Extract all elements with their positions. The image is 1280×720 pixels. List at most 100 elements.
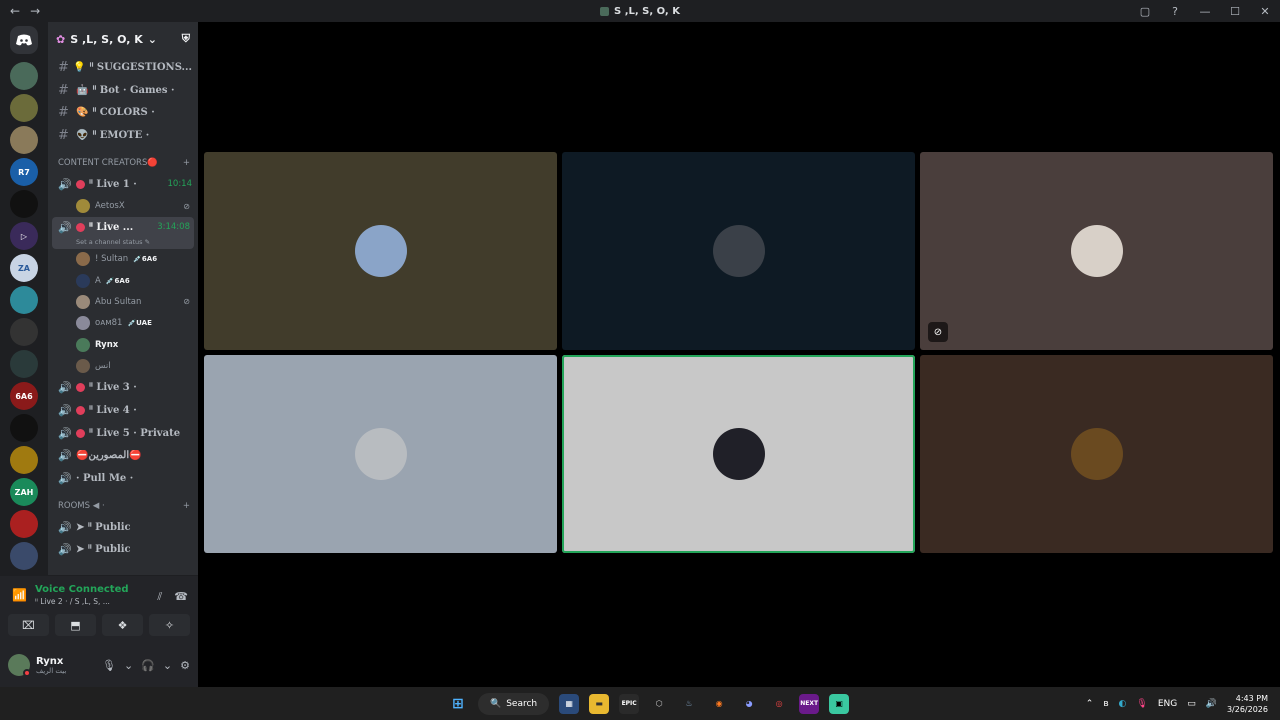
next-icon[interactable]: NEXT [799,693,820,714]
voice-channel[interactable]: 🔊 · Pull Me · [48,467,198,490]
clock[interactable]: 4:43 PM 3/26/2026 [1227,693,1268,715]
chevron-down-icon[interactable]: ⌄ [163,659,172,672]
headphones-icon[interactable]: 🎧 [141,659,155,672]
video-tile[interactable] [562,355,915,553]
server-icon[interactable] [10,190,38,218]
avatar[interactable] [8,654,31,677]
back-icon[interactable]: ← [10,4,20,18]
text-channel[interactable]: # 🤖 ᑊᑊ Bot · Games · [48,79,198,102]
bluetooth-icon[interactable]: ʙ [1103,699,1108,709]
voice-channel[interactable]: 🔊 ᑊᑊ Live 3 · [48,377,198,400]
text-channel[interactable]: # 💡 ᑊᑊ SUGGESTIONS... [48,56,198,79]
camera-off-button[interactable]: ⌧ [8,614,49,636]
server-icon[interactable]: ZA [10,254,38,282]
voice-channel-link[interactable]: ᑊᑊ Live 2 · / S ,L, S, ... [35,597,129,606]
video-tile[interactable]: ⊘ [920,152,1273,350]
add-channel-icon[interactable]: + [183,501,190,511]
voice-channel[interactable]: 🔊 ➤ ᑊᑊ Public [48,539,198,562]
firefox-icon[interactable]: ◉ [709,694,729,714]
voice-member[interactable]: ᴏᴀᴍ81 💉UAE [48,313,198,334]
server-icon[interactable]: ▷ [10,222,38,250]
close-icon[interactable]: ✕ [1250,0,1280,22]
activities-button[interactable]: ❖ [102,614,143,636]
microphone-icon[interactable]: 🎙 [1136,699,1147,709]
voice-member[interactable]: Rynx [48,334,198,355]
server-icon[interactable] [10,126,38,154]
disconnect-icon[interactable]: ☎ [174,590,188,604]
voice-channel[interactable]: 🔊 ᑊᑊ Live 4 · [48,399,198,422]
discord-home-icon[interactable] [10,26,38,54]
signal-icon[interactable]: 📶 [12,588,27,602]
forward-icon[interactable]: → [30,4,40,18]
inbox-icon[interactable]: ▢ [1130,0,1160,22]
server-icon[interactable]: ZAH [10,478,38,506]
hash-icon: # [58,82,69,98]
avatar [76,252,90,267]
settings-gear-icon[interactable]: ⚙ [180,659,190,672]
search-button[interactable]: 🔍 Search [478,692,550,715]
voice-connected-label[interactable]: Voice Connected [35,584,129,595]
server-icon[interactable] [10,62,38,90]
voice-channel[interactable]: 🔊 ➤ ᑊᑊ Public [48,516,198,539]
server-icon[interactable] [10,542,38,570]
server-icon[interactable] [10,414,38,442]
video-tile[interactable] [204,355,557,553]
voice-channel-live2[interactable]: 🔊 ᑊᑊ Live ... 3:14:08 Set a channel stat… [52,216,194,249]
active-app-icon[interactable]: ▣ [829,693,850,714]
voice-channel-live1[interactable]: 🔊 ᑊᑊ Live 1 · 10:14 [48,173,198,196]
voice-member[interactable]: AetosX ⊘ [48,195,198,216]
store-icon[interactable]: ▦ [559,693,580,714]
member-name: AetosX [95,201,125,212]
maximize-icon[interactable]: ☐ [1220,0,1250,22]
add-member-icon[interactable]: ⛨ [182,32,190,46]
monitor-icon[interactable]: ▭ [1187,699,1196,709]
text-channel[interactable]: # 👽 ᑊᑊ EMOTE · [48,124,198,147]
category-content-creators[interactable]: CONTENT CREATORS🔴 + [48,153,198,173]
server-icon[interactable] [10,318,38,346]
voice-member[interactable]: ! Sultan 💉6A6 [48,249,198,270]
username[interactable]: Rynx [36,656,66,667]
discord-icon[interactable]: ◕ [739,694,759,714]
app-cube-icon[interactable]: ⬡ [649,694,669,714]
category-rooms[interactable]: ROOMS ◀ · + [48,496,198,516]
server-icon[interactable] [10,350,38,378]
video-tile[interactable] [204,152,557,350]
soundboard-button[interactable]: ✧ [149,614,190,636]
voice-channel[interactable]: 🔊 ᑊᑊ Live 5 · Private [48,422,198,445]
chevron-down-icon[interactable]: ⌄ [124,659,133,672]
chevron-up-icon[interactable]: ⌃ [1086,699,1094,709]
server-icon[interactable]: R7 [10,158,38,186]
minimize-icon[interactable]: — [1190,0,1220,22]
voice-member[interactable]: Abu Sultan ⊘ [48,291,198,312]
voice-member[interactable]: انس [48,355,198,376]
microphone-icon[interactable]: 🎙 [102,659,116,672]
server-icon[interactable] [10,510,38,538]
file-explorer-icon[interactable]: ▬ [589,693,610,714]
server-icon[interactable] [10,286,38,314]
server-icon[interactable]: 6A6 [10,382,38,410]
language-indicator[interactable]: ENG [1158,699,1177,709]
steam-icon[interactable]: ♨ [679,694,699,714]
screen-share-button[interactable]: ⬒ [55,614,96,636]
avatar [1070,428,1123,480]
start-icon[interactable]: ⊞ [448,694,468,714]
voice-member[interactable]: A 💉6A6 [48,270,198,291]
server-icon[interactable] [10,446,38,474]
volume-icon[interactable]: 🔊 [1206,699,1217,709]
server-icon[interactable] [10,94,38,122]
add-channel-icon[interactable]: + [183,158,190,168]
member-name: ! Sultan [95,254,129,265]
video-tile[interactable] [920,355,1273,553]
video-tile[interactable] [562,152,915,350]
channel-label: ᑊᑊ EMOTE · [92,129,150,141]
epic-games-icon[interactable]: EPIC [619,693,640,714]
voice-channel[interactable]: 🔊 ⛔المصورين⛔ [48,445,198,468]
help-icon[interactable]: ? [1160,0,1190,22]
member-tag: 💉UAE [127,319,152,328]
noise-suppression-icon[interactable]: ⫽ [157,590,162,604]
edge-icon[interactable]: ◐ [1119,699,1127,709]
chrome-icon[interactable]: ◎ [769,694,789,714]
server-header[interactable]: ✿ S ,L, S, O, K ⌄ ⛨ [48,22,198,56]
channel-status-input[interactable]: Set a channel status ✎ [58,238,190,246]
text-channel[interactable]: # 🎨 ᑊᑊ COLORS · [48,101,198,124]
